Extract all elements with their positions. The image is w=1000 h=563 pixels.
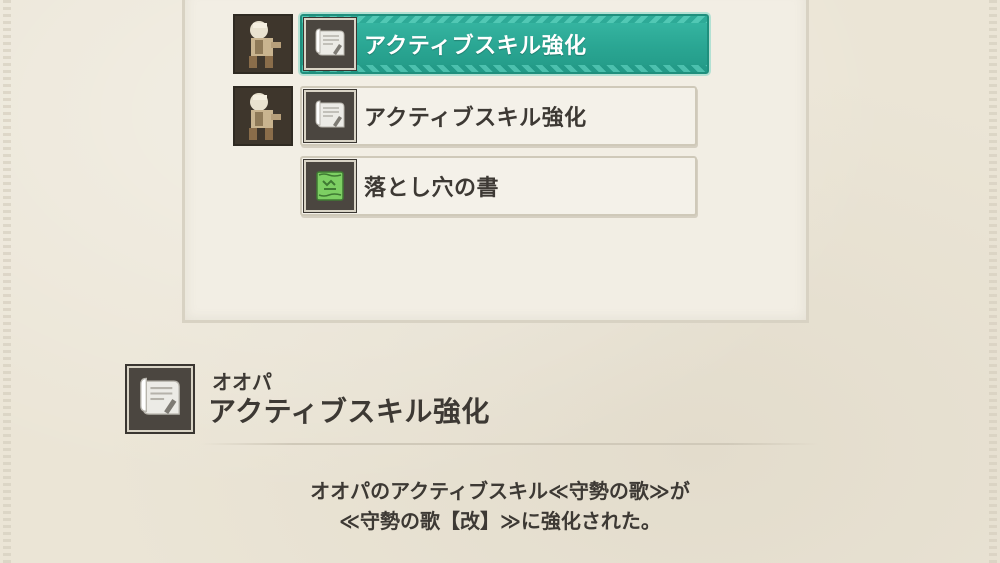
detail-description: オオパのアクティブスキル≪守勢の歌≫が ≪守勢の歌【改】≫に強化された。 [0, 476, 1000, 536]
skill-item-label: アクティブスキル強化 [364, 34, 587, 59]
skill-scroll-icon [303, 17, 357, 71]
skill-item-label: アクティブスキル強化 [364, 106, 587, 131]
skill-item-selected[interactable]: アクティブスキル強化 [300, 14, 709, 74]
skill-scroll-icon [303, 89, 357, 143]
skill-item[interactable]: アクティブスキル強化 [300, 86, 697, 146]
description-line: オオパのアクティブスキル≪守勢の歌≫が [310, 479, 690, 503]
divider [200, 443, 820, 445]
ooopa-avatar [233, 86, 293, 146]
skill-item-label: 落とし穴の書 [364, 176, 500, 201]
skill-item[interactable]: 落とし穴の書 [300, 156, 697, 216]
skill-scroll-icon [125, 364, 195, 434]
description-line: ≪守勢の歌【改】≫に強化された。 [339, 509, 661, 533]
ooopa-avatar [233, 14, 293, 74]
detail-title: アクティブスキル強化 [208, 395, 490, 428]
green-trap-book-icon [303, 159, 357, 213]
